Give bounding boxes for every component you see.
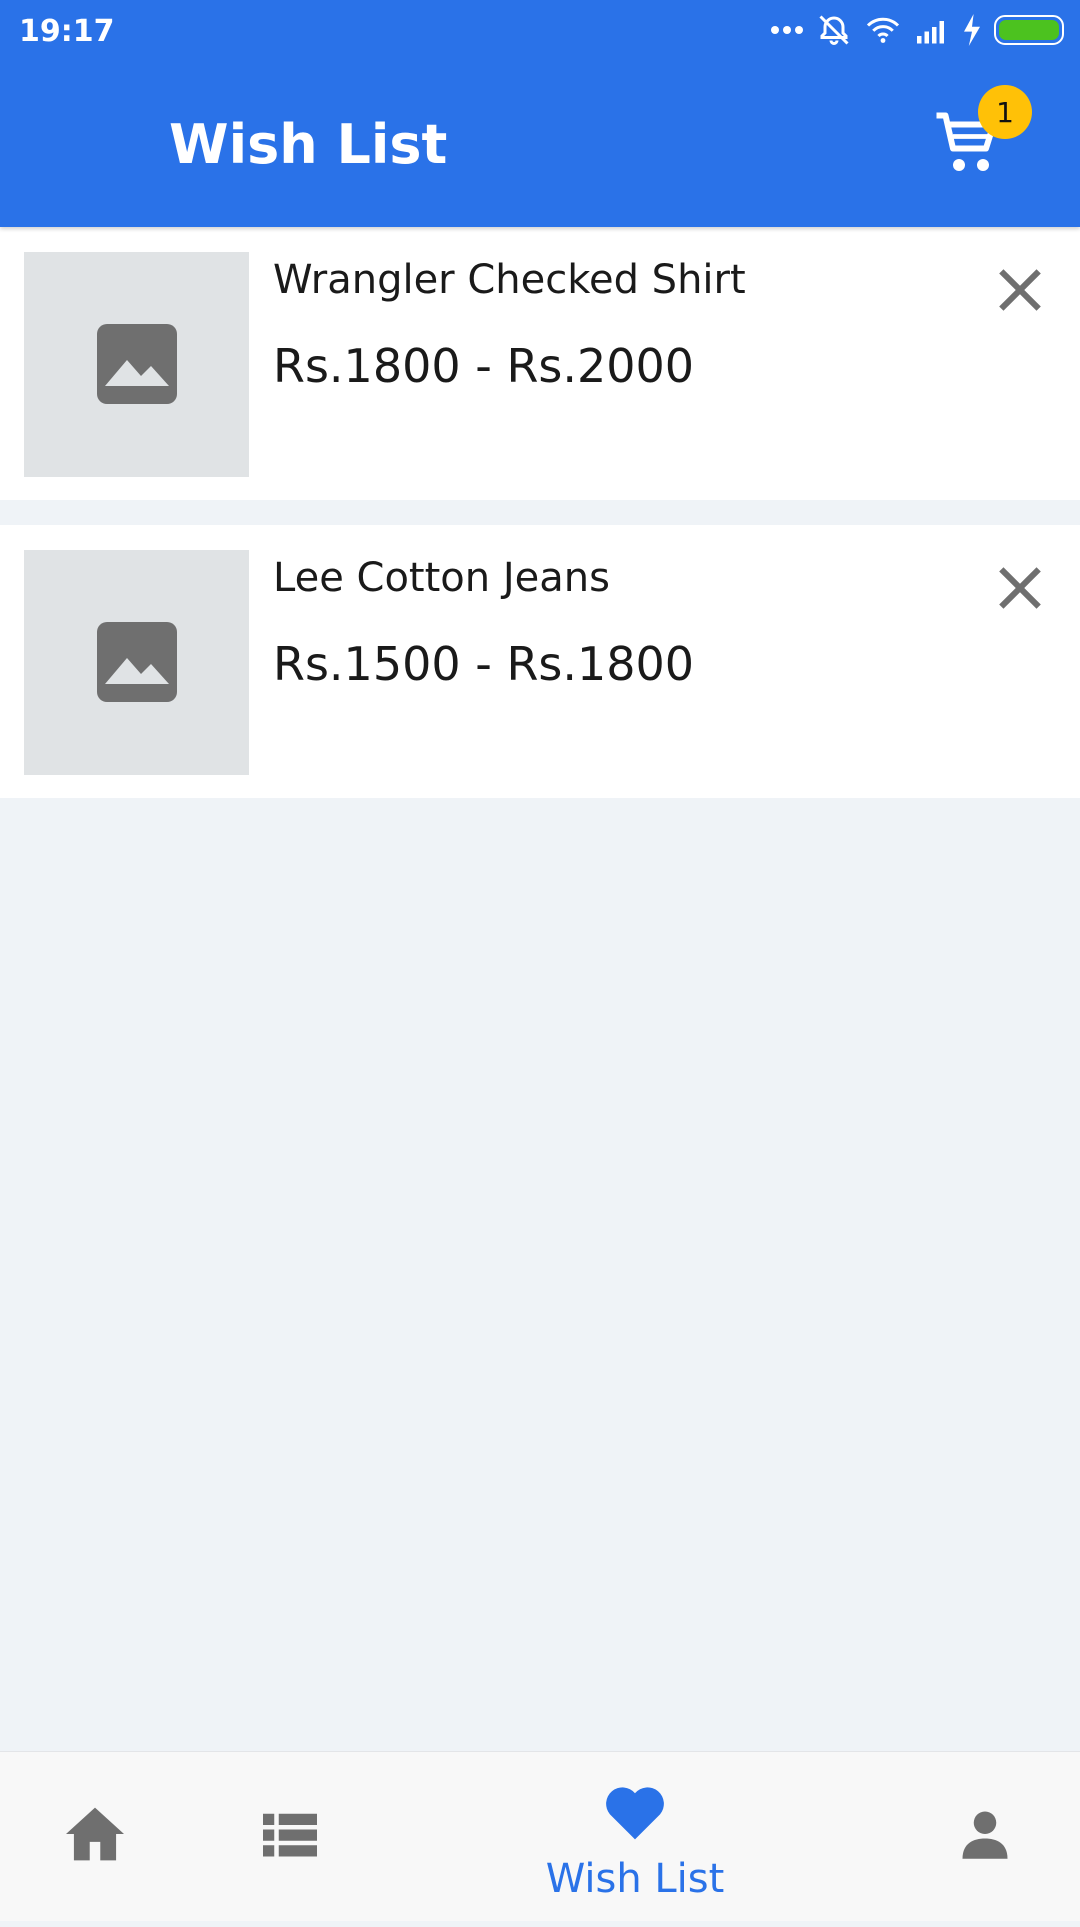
wifi-icon <box>864 15 902 45</box>
item-name: Wrangler Checked Shirt <box>273 257 746 303</box>
close-icon <box>992 560 1048 616</box>
battery-icon <box>994 15 1066 45</box>
product-image <box>24 252 249 477</box>
heart-icon <box>603 1784 667 1847</box>
wishlist-item[interactable]: Lee Cotton Jeans Rs.1500 - Rs.1800 <box>0 525 1080 798</box>
charging-icon <box>962 14 982 46</box>
bottom-navigation: Wish List <box>0 1751 1080 1921</box>
page-title: Wish List <box>169 113 448 176</box>
signal-icon <box>914 15 950 45</box>
person-icon <box>958 1807 1012 1866</box>
remove-item-button[interactable] <box>992 560 1048 616</box>
nav-categories[interactable] <box>235 1752 345 1921</box>
shopping-cart-icon <box>930 112 1006 184</box>
list-icon <box>263 1811 317 1862</box>
item-name: Lee Cotton Jeans <box>273 555 610 601</box>
product-image <box>24 550 249 775</box>
alarm-off-icon <box>816 12 852 48</box>
item-price: Rs.1500 - Rs.1800 <box>273 637 695 691</box>
nav-wishlist[interactable]: Wish List <box>520 1758 750 1927</box>
app-bar: 19:17 Wish List 1 <box>0 0 1080 227</box>
remove-item-button[interactable] <box>992 262 1048 318</box>
nav-wishlist-label: Wish List <box>545 1856 725 1902</box>
status-time: 19:17 <box>19 14 115 49</box>
status-icons <box>770 12 1066 48</box>
nav-profile[interactable] <box>930 1752 1040 1921</box>
wishlist-item[interactable]: Wrangler Checked Shirt Rs.1800 - Rs.2000 <box>0 227 1080 500</box>
nav-home[interactable] <box>40 1752 150 1921</box>
home-icon <box>63 1805 127 1868</box>
cart-count-badge: 1 <box>978 85 1032 139</box>
more-dots-icon <box>770 25 804 35</box>
item-price: Rs.1800 - Rs.2000 <box>273 339 695 393</box>
close-icon <box>992 262 1048 318</box>
